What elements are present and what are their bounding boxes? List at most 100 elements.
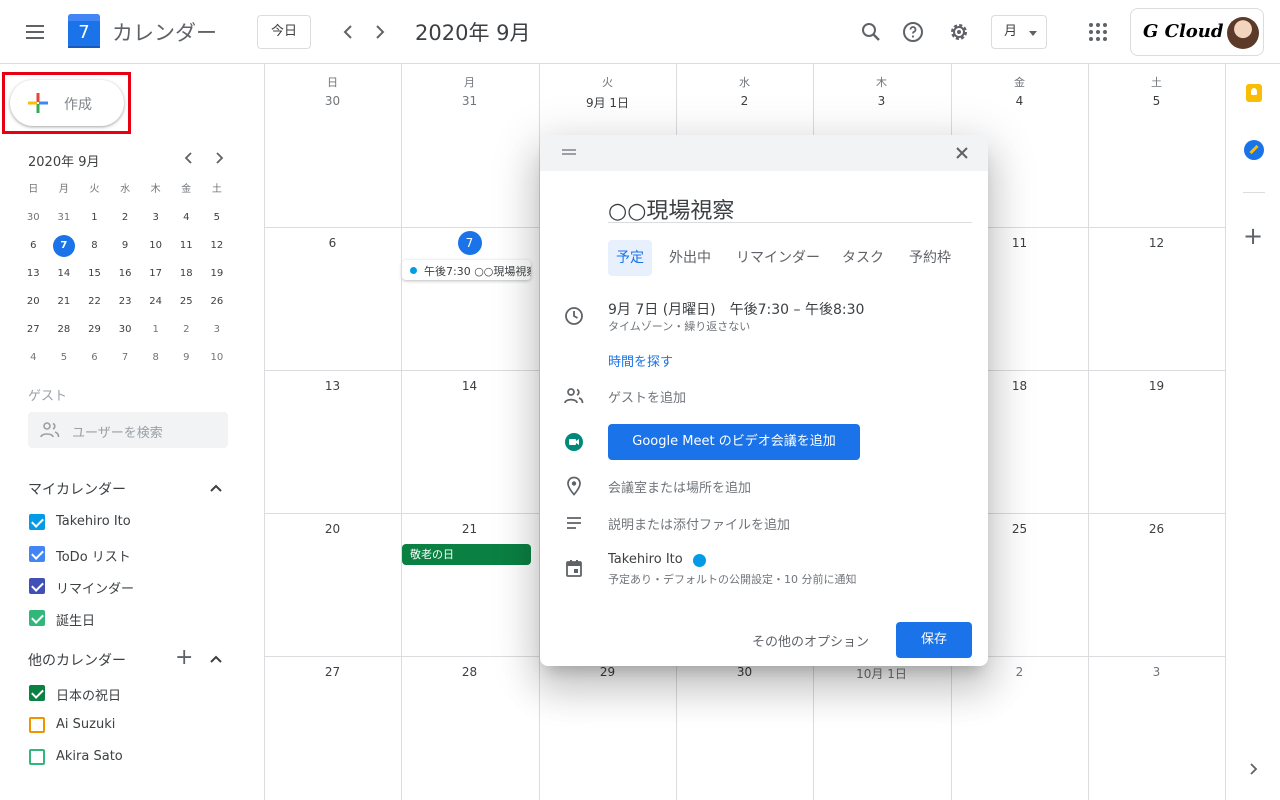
mini-day[interactable]: 1 bbox=[79, 204, 110, 232]
mini-next-icon[interactable] bbox=[211, 150, 227, 170]
chevron-right-icon[interactable] bbox=[368, 20, 392, 44]
day-number[interactable]: 29 bbox=[539, 665, 676, 679]
dialog-header[interactable] bbox=[540, 135, 988, 171]
calendar-logo-icon[interactable]: 7 bbox=[68, 14, 100, 48]
add-description-field[interactable]: 説明または添付ファイルを追加 bbox=[608, 514, 790, 533]
mini-day[interactable]: 7 bbox=[110, 344, 141, 372]
add-meet-button[interactable]: Google Meet のビデオ会議を追加 bbox=[608, 424, 860, 460]
mini-day[interactable]: 9 bbox=[171, 344, 202, 372]
day-number[interactable]: 21 bbox=[401, 522, 538, 536]
mini-day[interactable]: 4 bbox=[18, 344, 49, 372]
guest-search-input[interactable]: ユーザーを検索 bbox=[28, 412, 228, 448]
calendar-color-dot[interactable] bbox=[693, 554, 706, 567]
other-calendars-title[interactable]: 他のカレンダー bbox=[28, 650, 126, 670]
day-number[interactable]: 31 bbox=[401, 94, 538, 108]
mini-day[interactable]: 8 bbox=[79, 232, 110, 260]
mini-day[interactable]: 27 bbox=[18, 316, 49, 344]
checkbox-icon[interactable] bbox=[29, 749, 45, 765]
mini-day[interactable]: 18 bbox=[171, 260, 202, 288]
mini-day[interactable]: 3 bbox=[140, 204, 171, 232]
day-number[interactable]: 9月 1日 bbox=[539, 94, 676, 111]
day-number[interactable]: 30 bbox=[676, 665, 813, 679]
event-title-input[interactable]: ○○現場視察 bbox=[608, 193, 972, 224]
mini-day[interactable]: 2 bbox=[171, 316, 202, 344]
drag-handle-icon[interactable] bbox=[562, 149, 576, 155]
mini-day[interactable]: 5 bbox=[49, 344, 80, 372]
mini-day[interactable]: 9 bbox=[110, 232, 141, 260]
day-number[interactable]: 20 bbox=[264, 522, 401, 536]
account-area[interactable]: G Cloud bbox=[1130, 8, 1264, 56]
day-number[interactable]: 5 bbox=[1088, 94, 1225, 108]
event-datetime[interactable]: 9月 7日 (月曜日) 午後7:30 – 午後8:30 bbox=[608, 299, 864, 319]
mini-day[interactable]: 4 bbox=[171, 204, 202, 232]
tab-appointment-slots[interactable]: 予約枠 bbox=[909, 240, 951, 276]
calendar-owner-name[interactable]: Takehiro Ito bbox=[608, 552, 683, 567]
day-number[interactable]: 30 bbox=[264, 94, 401, 108]
event-chip[interactable]: 午後7:30 ○○現場視察 bbox=[402, 260, 531, 280]
mini-day[interactable]: 21 bbox=[49, 288, 80, 316]
mini-day[interactable]: 26 bbox=[202, 288, 233, 316]
checkbox-checked-icon[interactable] bbox=[29, 685, 45, 701]
chevron-left-icon[interactable] bbox=[336, 20, 360, 44]
day-number[interactable]: 13 bbox=[264, 379, 401, 393]
more-options-button[interactable]: その他のオプション bbox=[752, 631, 869, 650]
mini-day[interactable]: 11 bbox=[171, 232, 202, 260]
day-number[interactable]: 4 bbox=[951, 94, 1088, 108]
mini-day[interactable]: 19 bbox=[202, 260, 233, 288]
day-number[interactable]: 12 bbox=[1088, 236, 1225, 250]
mini-day[interactable]: 30 bbox=[110, 316, 141, 344]
tab-event[interactable]: 予定 bbox=[608, 240, 652, 276]
day-number[interactable]: 2 bbox=[676, 94, 813, 108]
mini-day[interactable]: 22 bbox=[79, 288, 110, 316]
day-number[interactable]: 27 bbox=[264, 665, 401, 679]
mini-day[interactable]: 23 bbox=[110, 288, 141, 316]
tab-out-of-office[interactable]: 外出中 bbox=[669, 240, 711, 276]
mini-day[interactable]: 28 bbox=[49, 316, 80, 344]
add-guests-field[interactable]: ゲストを追加 bbox=[608, 387, 686, 406]
view-select[interactable]: 月 bbox=[991, 15, 1047, 49]
day-number[interactable]: 6 bbox=[264, 236, 401, 250]
mini-day[interactable]: 29 bbox=[79, 316, 110, 344]
mini-day[interactable]: 1 bbox=[140, 316, 171, 344]
mini-day[interactable]: 10 bbox=[202, 344, 233, 372]
my-calendars-title[interactable]: マイカレンダー bbox=[28, 479, 126, 499]
mini-day[interactable]: 3 bbox=[202, 316, 233, 344]
mini-day[interactable]: 15 bbox=[79, 260, 110, 288]
add-addon-icon[interactable]: + bbox=[1243, 224, 1263, 248]
mini-day[interactable]: 14 bbox=[49, 260, 80, 288]
timezone-repeat-text[interactable]: タイムゾーン・繰り返さない bbox=[608, 318, 750, 334]
mini-prev-icon[interactable] bbox=[181, 150, 197, 170]
day-number[interactable]: 7 bbox=[401, 231, 538, 255]
apps-grid-icon[interactable] bbox=[1089, 23, 1107, 41]
day-number[interactable]: 10月 1日 bbox=[813, 665, 950, 682]
chevron-right-icon[interactable] bbox=[1246, 760, 1260, 781]
mini-day[interactable]: 2 bbox=[110, 204, 141, 232]
day-number[interactable]: 19 bbox=[1088, 379, 1225, 393]
day-number[interactable]: 14 bbox=[401, 379, 538, 393]
close-icon[interactable] bbox=[952, 143, 972, 163]
chevron-up-icon[interactable] bbox=[210, 655, 222, 663]
app-title[interactable]: カレンダー bbox=[112, 17, 217, 47]
day-number[interactable]: 2 bbox=[951, 665, 1088, 679]
mini-day[interactable]: 25 bbox=[171, 288, 202, 316]
day-number[interactable]: 28 bbox=[401, 665, 538, 679]
mini-day[interactable]: 13 bbox=[18, 260, 49, 288]
checkbox-checked-icon[interactable] bbox=[29, 514, 45, 530]
avatar[interactable] bbox=[1227, 17, 1259, 49]
mini-day[interactable]: 31 bbox=[49, 204, 80, 232]
search-icon[interactable] bbox=[859, 20, 883, 44]
main-menu-icon[interactable] bbox=[24, 22, 46, 40]
holiday-chip[interactable]: 敬老の日 bbox=[402, 544, 531, 565]
mini-day[interactable]: 30 bbox=[18, 204, 49, 232]
mini-day[interactable]: 8 bbox=[140, 344, 171, 372]
checkbox-checked-icon[interactable] bbox=[29, 610, 45, 626]
find-time-link[interactable]: 時間を探す bbox=[608, 351, 673, 370]
add-location-field[interactable]: 会議室または場所を追加 bbox=[608, 477, 751, 496]
mini-day[interactable]: 24 bbox=[140, 288, 171, 316]
mini-day[interactable]: 5 bbox=[202, 204, 233, 232]
mini-day[interactable]: 10 bbox=[140, 232, 171, 260]
keep-icon[interactable] bbox=[1246, 84, 1262, 102]
day-number[interactable]: 26 bbox=[1088, 522, 1225, 536]
availability-visibility-notification[interactable]: 予定あり・デフォルトの公開設定・10 分前に通知 bbox=[608, 571, 857, 587]
checkbox-checked-icon[interactable] bbox=[29, 578, 45, 594]
